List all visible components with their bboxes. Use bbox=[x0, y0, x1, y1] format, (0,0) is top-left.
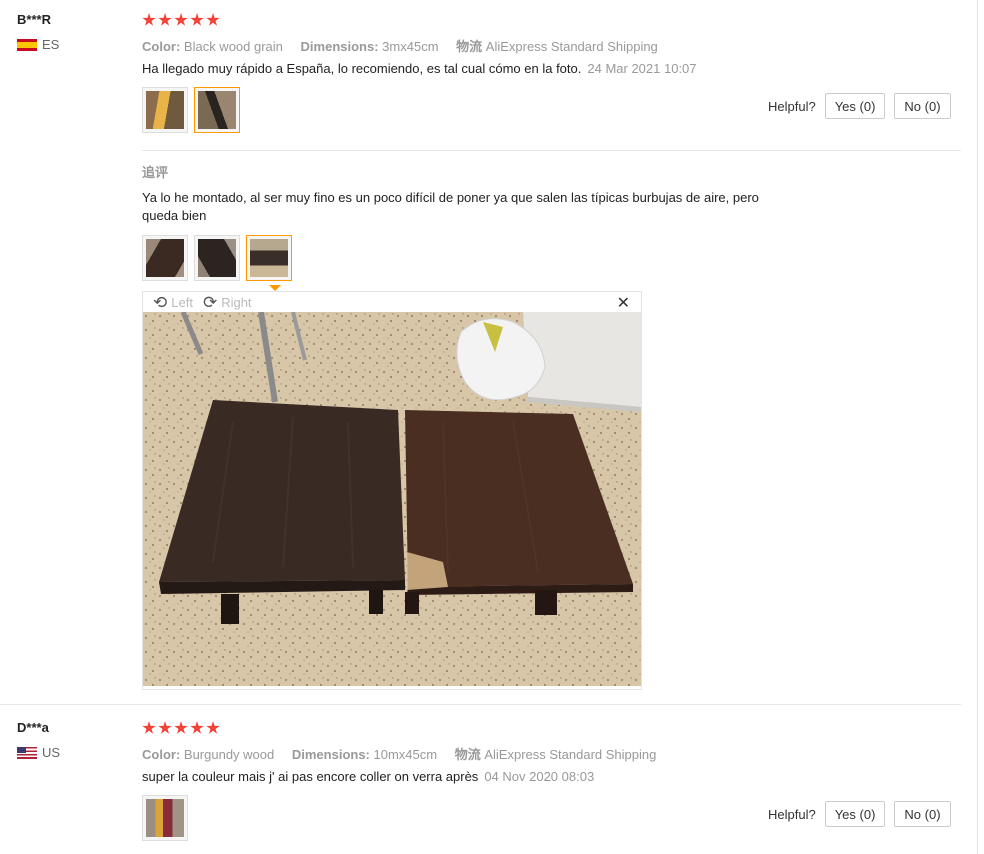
review-text: super la couleur mais j' ai pas encore c… bbox=[142, 768, 594, 786]
star-icon bbox=[142, 13, 156, 26]
append-photo-thumbnail[interactable] bbox=[246, 235, 292, 281]
append-text-line: Ya lo he montado, al ser muy fino es un … bbox=[142, 190, 759, 205]
helpful-section: Helpful? Yes (0) No (0) bbox=[768, 93, 951, 119]
review-thumbnails bbox=[142, 87, 240, 133]
star-icon bbox=[142, 721, 156, 734]
spain-flag-icon bbox=[17, 38, 37, 51]
country-code: ES bbox=[42, 37, 60, 52]
helpful-yes-button[interactable]: Yes (0) bbox=[824, 93, 886, 119]
helpful-section: Helpful? Yes (0) No (0) bbox=[768, 801, 951, 827]
helpful-label: Helpful? bbox=[768, 806, 816, 822]
usa-flag-icon bbox=[17, 746, 37, 759]
review-photo-thumbnail[interactable] bbox=[142, 87, 188, 133]
star-icon bbox=[206, 721, 220, 734]
review-date: 04 Nov 2020 08:03 bbox=[484, 769, 595, 784]
reviewer-country: US bbox=[17, 745, 60, 760]
dimensions-value: 3mx45cm bbox=[382, 39, 439, 54]
rotate-left-label: Left bbox=[171, 294, 193, 310]
rotate-right-label: Right bbox=[221, 294, 252, 310]
reviewer-name: B***R bbox=[17, 12, 51, 27]
color-label: Color: bbox=[142, 747, 181, 762]
review-body: super la couleur mais j' ai pas encore c… bbox=[142, 769, 479, 784]
append-divider bbox=[142, 150, 961, 151]
append-thumbnails bbox=[142, 235, 292, 281]
rotate-left-icon: ⟲ bbox=[153, 292, 168, 312]
review-item: D***a US Color: Burgundy wood Dimensions… bbox=[0, 708, 984, 854]
review-separator bbox=[0, 704, 961, 705]
tables-photo-illustration bbox=[143, 312, 641, 686]
image-viewer: ⟲ Left ⟳ Right ✕ bbox=[142, 291, 642, 690]
close-icon[interactable]: ✕ bbox=[617, 293, 630, 313]
rotate-right-button[interactable]: ⟳ Right bbox=[203, 294, 252, 311]
reviewer-country: ES bbox=[17, 37, 59, 52]
star-icon bbox=[174, 13, 188, 26]
star-icon bbox=[174, 721, 188, 734]
helpful-no-button[interactable]: No (0) bbox=[894, 801, 951, 827]
dimensions-label: Dimensions: bbox=[291, 747, 370, 762]
review-body: Ha llegado muy rápido a España, lo recom… bbox=[142, 61, 582, 76]
append-text-line: queda bien bbox=[142, 208, 207, 223]
helpful-yes-button[interactable]: Yes (0) bbox=[824, 801, 886, 827]
star-rating bbox=[142, 13, 220, 27]
review-date: 24 Mar 2021 10:07 bbox=[587, 61, 697, 76]
review-photo-thumbnail[interactable] bbox=[194, 87, 240, 133]
review-attributes: Color: Black wood grain Dimensions: 3mx4… bbox=[142, 36, 658, 55]
helpful-label: Helpful? bbox=[768, 98, 816, 114]
color-label: Color: bbox=[142, 39, 181, 54]
shipping-label: 物流 bbox=[456, 39, 483, 54]
review-attributes: Color: Burgundy wood Dimensions: 10mx45c… bbox=[142, 744, 656, 763]
star-icon bbox=[158, 721, 172, 734]
rotate-right-icon: ⟳ bbox=[202, 292, 218, 312]
append-review-label: 追评 bbox=[142, 165, 169, 180]
helpful-no-button[interactable]: No (0) bbox=[894, 93, 951, 119]
shipping-label: 物流 bbox=[454, 747, 481, 762]
append-photo-thumbnail[interactable] bbox=[194, 235, 240, 281]
viewer-toolbar: ⟲ Left ⟳ Right ✕ bbox=[143, 292, 641, 313]
append-photo-thumbnail[interactable] bbox=[142, 235, 188, 281]
dimensions-label: Dimensions: bbox=[300, 39, 379, 54]
review-photo-large bbox=[143, 312, 641, 686]
color-value: Black wood grain bbox=[183, 39, 283, 54]
country-code: US bbox=[42, 745, 61, 760]
shipping-value: AliExpress Standard Shipping bbox=[484, 747, 657, 762]
star-icon bbox=[158, 13, 172, 26]
star-icon bbox=[190, 13, 204, 26]
append-review-text: Ya lo he montado, al ser muy fino es un … bbox=[142, 189, 802, 225]
star-icon bbox=[206, 13, 220, 26]
dimensions-value: 10mx45cm bbox=[373, 747, 438, 762]
rotate-left-button[interactable]: ⟲ Left bbox=[153, 294, 193, 311]
star-icon bbox=[190, 721, 204, 734]
reviewer-name: D***a bbox=[17, 720, 49, 735]
review-thumbnails bbox=[142, 795, 188, 841]
star-rating bbox=[142, 721, 220, 735]
review-text: Ha llegado muy rápido a España, lo recom… bbox=[142, 60, 697, 78]
shipping-value: AliExpress Standard Shipping bbox=[485, 39, 658, 54]
color-value: Burgundy wood bbox=[183, 747, 275, 762]
review-photo-thumbnail[interactable] bbox=[142, 795, 188, 841]
